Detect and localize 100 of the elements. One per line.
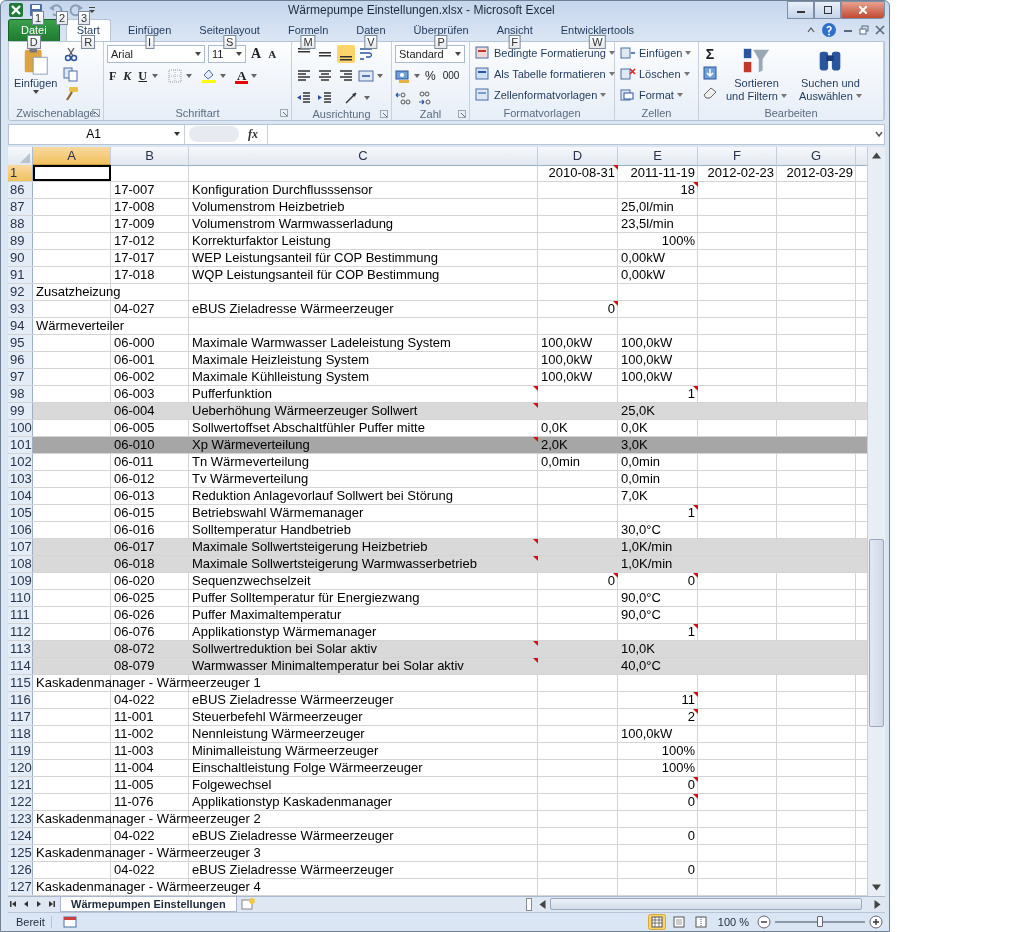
slider-thumb[interactable] [817,915,823,927]
table-cell-text: 06-076 [113,623,156,640]
grow-font-button[interactable]: A [249,44,264,63]
caret-icon[interactable] [152,73,159,78]
column-header[interactable]: D [538,146,618,166]
font-name-field[interactable]: Arial [107,44,205,63]
table-cell-text: 10,0K [620,640,656,657]
keytip-tooltip: 2 [56,11,69,26]
caret-icon[interactable] [186,73,193,78]
table-cell-text: 100,0kW [620,351,674,368]
last-sheet-icon[interactable] [47,899,57,910]
dialog-launcher-icon[interactable] [280,109,288,118]
table-cell-text: 11-004 [113,759,155,776]
table-cell-text: 06-001 [113,351,156,368]
merge-cells-icon[interactable] [358,67,374,84]
copy-icon[interactable] [63,66,80,83]
zoom-level[interactable]: 100 % [713,915,753,928]
thousands-button[interactable]: 000 [440,66,462,85]
caret-icon[interactable] [220,73,227,78]
macro-record-icon[interactable] [61,913,78,930]
first-sheet-icon[interactable] [8,899,18,910]
bold-button[interactable]: F [107,66,119,85]
font-color-button[interactable]: A [235,67,249,84]
split-handle[interactable] [526,897,532,911]
dialog-launcher-icon[interactable] [380,110,388,119]
column-header[interactable]: B [111,146,189,166]
caret-icon [455,51,461,56]
wrap-text-icon[interactable] [358,45,374,62]
italic-button[interactable]: K [121,66,134,85]
column-header[interactable]: A [33,146,111,166]
table-cell-text: 100,0kW [540,334,594,351]
caret-icon [32,90,39,95]
close-icon[interactable] [875,25,885,36]
table-cell-text: 04-022 [113,691,156,708]
table-cell-text: Volumenstrom Warmwasserladung [191,215,395,232]
menu-button[interactable]: Löschen [618,65,692,84]
close-icon [859,6,867,14]
resize-handle[interactable] [189,126,239,143]
zoom-slider[interactable] [775,914,865,929]
menu-button[interactable]: Zellenformatvorlagen [473,86,609,105]
table-cell-text: 100,0kW [620,334,674,351]
menu-button[interactable]: Als Tabelle formatieren [473,65,617,84]
cut-icon[interactable] [63,46,80,63]
table-cell-text: Kaskadenmanager - Wärmeerzeuger 1 [35,674,262,691]
caret-icon[interactable] [377,73,383,78]
decrease-decimal-icon[interactable] [416,88,434,107]
menu-button[interactable]: Format [618,86,685,105]
group-label: Bearbeiten [764,107,818,120]
caret-icon [676,93,683,98]
zoom-out-icon[interactable] [757,914,771,929]
active-cell[interactable] [33,164,111,181]
insert-function-button[interactable]: fx [243,127,263,142]
find-select-button[interactable]: Suchen und Auswählen [795,44,866,105]
format-painter-icon[interactable] [63,86,80,103]
column-header[interactable]: E [618,146,698,166]
dialog-launcher-icon[interactable] [458,110,466,119]
fill-down-icon[interactable] [702,65,718,82]
zoom-in-icon[interactable] [869,914,883,929]
excel-logo-icon[interactable] [8,2,24,19]
caret-icon [685,51,692,56]
align-icon[interactable] [337,44,355,63]
minimize-button[interactable] [787,1,814,19]
table-cell-text: 1 [686,504,696,521]
table-cell-text: 2,0K [540,436,569,453]
sheet-tab[interactable]: Wärmepumpen Einstellungen [60,896,237,912]
customize-caret-icon[interactable] [88,6,96,15]
help-icon[interactable] [821,22,837,39]
table-cell-text: 18 [679,181,696,198]
cells-icon [620,45,636,62]
caret-icon[interactable] [414,73,420,78]
name-box[interactable]: A1 [9,125,185,144]
caret-icon[interactable] [251,73,258,78]
caret-icon[interactable] [364,95,370,100]
shrink-font-button[interactable]: A [266,44,279,63]
scroll-thumb[interactable] [869,538,884,727]
style-icon [475,45,491,62]
sort-filter-button[interactable]: Sortieren und Filtern [722,44,791,105]
menu-button[interactable]: Einfügen [618,44,694,63]
ribbon-collapse-icon[interactable] [807,26,815,35]
percent-button[interactable]: % [423,66,438,85]
restore-icon[interactable] [859,25,869,36]
autosum-button[interactable]: Σ [702,46,718,63]
column-header[interactable]: F [698,146,777,166]
column-header[interactable]: C [189,146,538,166]
view-button[interactable] [647,913,666,930]
maximize-icon [823,6,832,14]
maximize-button[interactable] [814,1,841,19]
vertical-scrollbar[interactable] [867,146,885,896]
underline-button[interactable]: U [136,66,150,85]
table-cell-text: Xp Wärmeverteilung [191,436,311,453]
currency-icon[interactable] [395,67,411,84]
close-button[interactable] [841,1,885,19]
table-cell-text: Maximale Kühlleistung System [191,368,371,385]
fill-color-icon[interactable] [201,67,218,84]
table-cell-text: 100,0kW [620,368,674,385]
group-label: Ausrichtung [312,107,371,120]
table-cell-text: 17-017 [113,249,156,266]
caret-icon [600,93,607,98]
column-header[interactable]: G [777,146,856,166]
scroll-thumb[interactable] [550,898,862,911]
